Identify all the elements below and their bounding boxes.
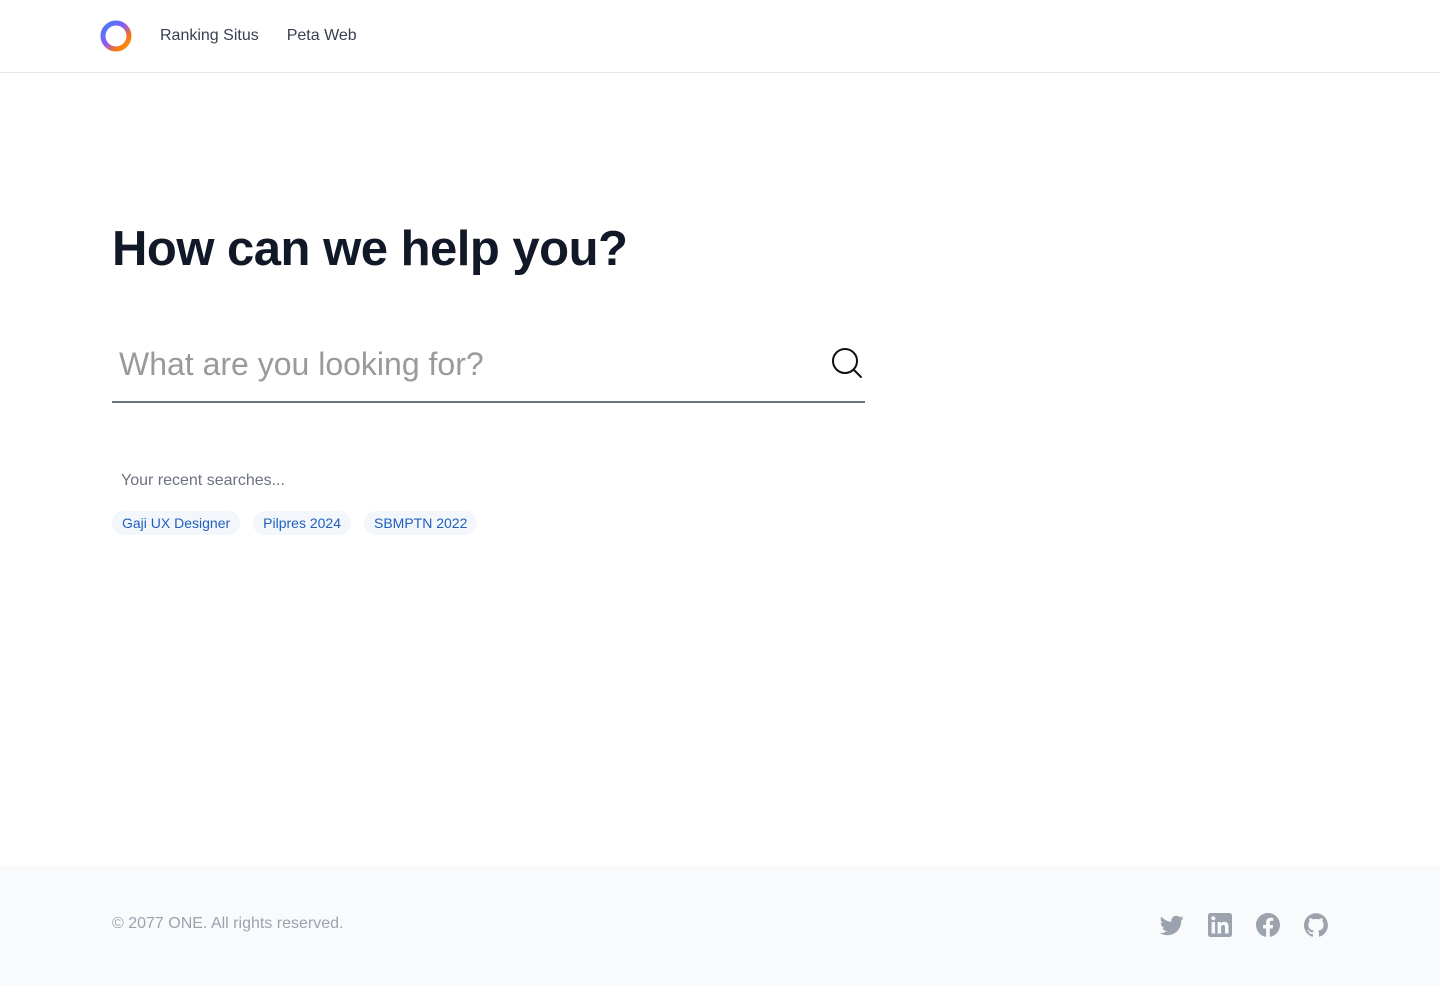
- recent-searches-label: Your recent searches...: [121, 472, 285, 489]
- search-icon[interactable]: [829, 345, 865, 381]
- nav-peta-web[interactable]: Peta Web: [287, 27, 357, 45]
- copyright-text: © 2077 ONE. All rights reserved.: [112, 915, 344, 932]
- top-header: Ranking Situs Peta Web: [0, 0, 1440, 73]
- footer: © 2077 ONE. All rights reserved.: [0, 865, 1440, 985]
- linkedin-icon[interactable]: [1208, 913, 1232, 937]
- twitter-icon[interactable]: [1160, 913, 1184, 937]
- recent-searches-list: Gaji UX Designer Pilpres 2024 SBMPTN 202…: [112, 511, 490, 535]
- social-links: [1136, 913, 1328, 937]
- recent-search-chip[interactable]: SBMPTN 2022: [363, 511, 478, 535]
- page-title: How can we help you?: [112, 222, 628, 276]
- nav-ranking-situs[interactable]: Ranking Situs: [160, 27, 259, 45]
- page: Ranking Situs Peta Web How can we help y…: [0, 0, 1440, 985]
- facebook-icon[interactable]: [1256, 913, 1280, 937]
- search-input[interactable]: [112, 334, 802, 395]
- github-icon[interactable]: [1304, 913, 1328, 937]
- recent-search-chip[interactable]: Gaji UX Designer: [112, 511, 241, 535]
- ring-logo-icon[interactable]: [100, 20, 132, 52]
- search-bar: [112, 328, 865, 403]
- recent-search-chip[interactable]: Pilpres 2024: [253, 511, 351, 535]
- main-nav: Ranking Situs Peta Web: [160, 27, 385, 45]
